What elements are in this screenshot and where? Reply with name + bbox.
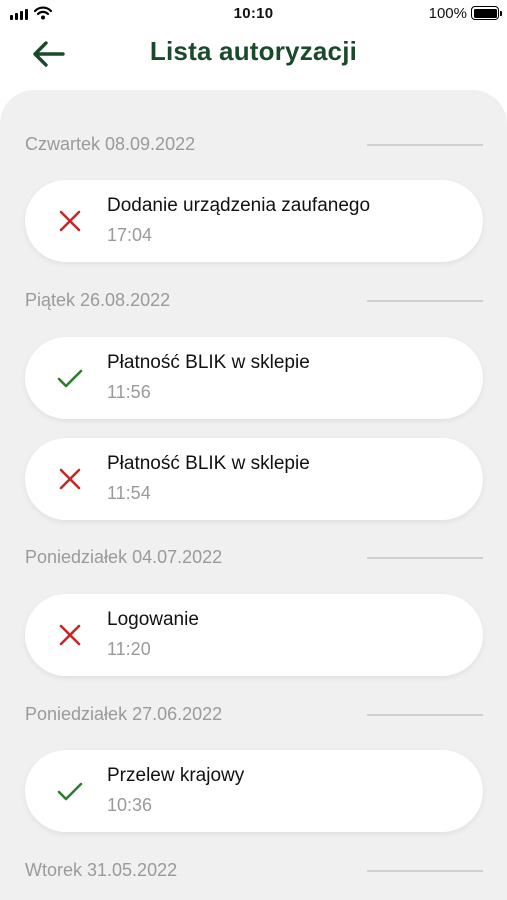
authorization-item[interactable]: Dodanie urządzenia zaufanego 17:04 [25, 180, 483, 262]
date-divider [367, 300, 483, 302]
item-title: Przelew krajowy [107, 765, 245, 786]
item-time: 10:36 [107, 795, 153, 815]
status-bar: 10:10 100% [0, 0, 507, 28]
item-title: Dodanie urządzenia zaufanego [107, 195, 371, 216]
authorization-item[interactable]: Płatność BLIK w sklepie 11:56 [25, 337, 483, 419]
item-time: 17:04 [107, 225, 153, 245]
item-time: 11:56 [107, 382, 151, 402]
date-header: Piątek 26.08.2022 [25, 288, 483, 312]
item-time: 11:20 [107, 639, 151, 659]
date-header: Poniedziałek 04.07.2022 [25, 545, 483, 569]
header: Lista autoryzacji [0, 28, 507, 80]
date-divider [367, 870, 483, 872]
item-title: Płatność BLIK w sklepie [107, 352, 310, 373]
check-icon [57, 369, 83, 388]
item-title: Płatność BLIK w sklepie [107, 453, 310, 474]
date-divider [367, 714, 483, 716]
check-icon [57, 782, 83, 801]
date-label: Poniedziałek 27.06.2022 [25, 703, 223, 724]
item-title: Logowanie [107, 609, 199, 630]
cross-icon [59, 210, 81, 232]
date-header: Poniedziałek 27.06.2022 [25, 702, 483, 726]
date-header: Czwartek 08.09.2022 [25, 132, 483, 156]
battery-icon [471, 6, 502, 20]
date-divider [367, 144, 483, 146]
date-label: Piątek 26.08.2022 [25, 289, 171, 310]
date-label: Wtorek 31.05.2022 [25, 859, 178, 880]
page-title: Lista autoryzacji [149, 36, 358, 66]
date-label: Poniedziałek 04.07.2022 [25, 546, 223, 567]
date-label: Czwartek 08.09.2022 [25, 133, 196, 154]
cross-icon [59, 468, 81, 490]
date-header: Wtorek 31.05.2022 [25, 858, 483, 882]
cross-icon [59, 624, 81, 646]
authorization-item[interactable]: Logowanie 11:20 [25, 594, 483, 676]
battery-percentage: 100% [428, 5, 467, 22]
authorization-item[interactable]: Płatność BLIK w sklepie 11:54 [25, 438, 483, 520]
item-time: 11:54 [107, 483, 151, 503]
date-divider [367, 557, 483, 559]
authorization-item[interactable]: Przelew krajowy 10:36 [25, 750, 483, 832]
authorization-list-panel[interactable]: Czwartek 08.09.2022 Dodanie urządzenia z… [0, 90, 507, 900]
